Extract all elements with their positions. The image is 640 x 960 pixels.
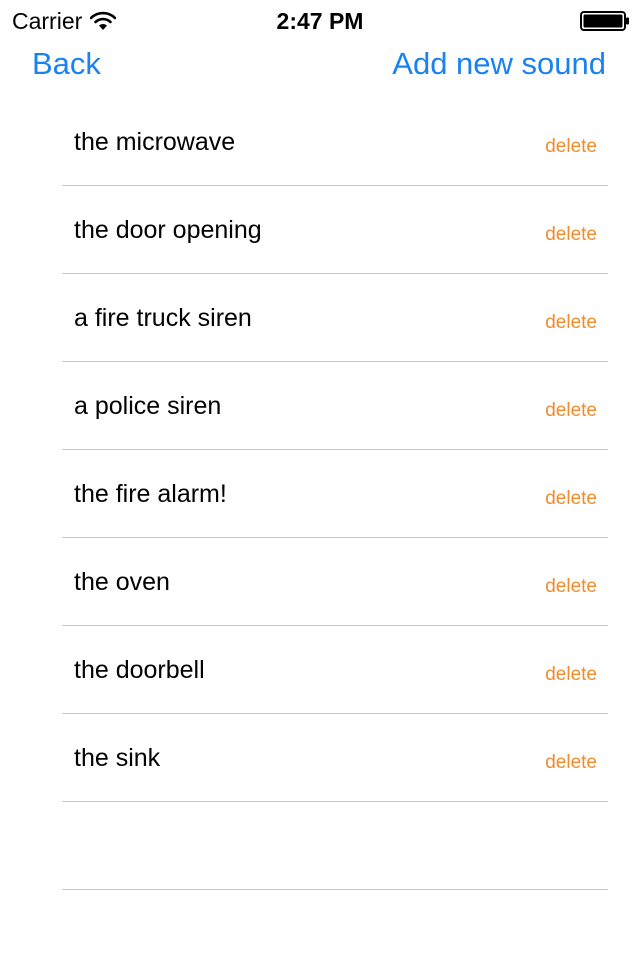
delete-button[interactable]: delete [545, 486, 597, 512]
status-time: 2:47 PM [276, 8, 364, 34]
navigation-bar: Back Add new sound [0, 40, 640, 88]
delete-button[interactable]: delete [545, 750, 597, 776]
delete-button[interactable]: delete [545, 662, 597, 688]
sound-list: the microwave delete the door opening de… [62, 98, 608, 890]
back-button[interactable]: Back [32, 44, 101, 84]
list-item[interactable]: the oven delete [62, 538, 608, 626]
sound-name: the oven [74, 568, 170, 596]
delete-button[interactable]: delete [545, 310, 597, 336]
list-item[interactable]: a police siren delete [62, 362, 608, 450]
sound-name: a police siren [74, 392, 222, 420]
sound-name: the fire alarm! [74, 480, 227, 508]
delete-button[interactable]: delete [545, 222, 597, 248]
delete-button[interactable]: delete [545, 134, 597, 160]
sound-name: the microwave [74, 128, 236, 156]
sound-name: a fire truck siren [74, 304, 252, 332]
battery-icon [580, 11, 629, 31]
delete-button[interactable]: delete [545, 574, 597, 600]
list-item[interactable]: the door opening delete [62, 186, 608, 274]
add-new-sound-button[interactable]: Add new sound [392, 44, 606, 84]
list-item[interactable]: the doorbell delete [62, 626, 608, 714]
status-bar: Carrier 2:47 PM [0, 0, 640, 40]
list-item[interactable]: the sink delete [62, 714, 608, 802]
list-item[interactable]: a fire truck siren delete [62, 274, 608, 362]
delete-button[interactable]: delete [545, 398, 597, 424]
list-item[interactable]: the fire alarm! delete [62, 450, 608, 538]
sound-name: the door opening [74, 216, 262, 244]
sound-name: the sink [74, 744, 161, 772]
empty-list-row [62, 802, 608, 890]
list-item[interactable]: the microwave delete [62, 98, 608, 186]
sound-name: the doorbell [74, 656, 205, 684]
